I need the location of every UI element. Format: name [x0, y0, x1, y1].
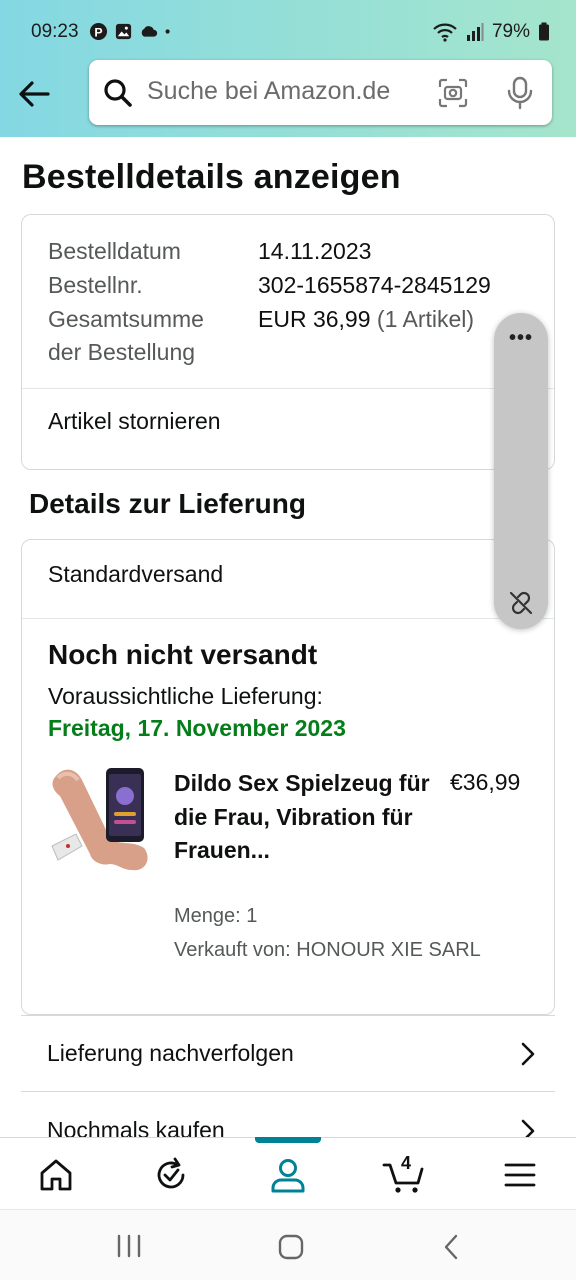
shipment-status: Noch nicht versandt — [48, 639, 318, 670]
divider — [22, 388, 554, 389]
cloud-icon — [141, 26, 158, 37]
cart-count-badge: 4 — [401, 1153, 412, 1173]
wifi-icon — [433, 23, 457, 42]
product-quantity: Menge: 1 — [174, 905, 258, 927]
product-title[interactable]: Dildo Sex Spielzeug für die Frau, Vibrat… — [174, 767, 430, 868]
svg-text:P: P — [94, 25, 102, 39]
order-total-label: Gesamtsumme — [48, 306, 204, 332]
order-total-label-2: der Bestellung — [48, 339, 196, 365]
estimated-delivery-date: Freitag, 17. November 2023 — [48, 715, 346, 741]
status-right: 79% — [432, 21, 550, 43]
notification-icons: P — [89, 22, 176, 41]
search-icon — [104, 79, 132, 107]
divider — [22, 618, 554, 619]
dot-icon — [165, 29, 170, 34]
page-title: Bestelldetails anzeigen — [22, 158, 401, 196]
search-bar[interactable]: Suche bei Amazon.de — [89, 60, 552, 125]
order-date-label: Bestelldatum — [48, 238, 181, 264]
order-number-value: 302-1655874-2845129 — [258, 272, 491, 298]
reorder-icon[interactable] — [151, 1155, 191, 1195]
floating-overlay-panel[interactable]: ••• — [494, 313, 548, 629]
menu-icon[interactable] — [500, 1155, 540, 1195]
chevron-right-icon — [521, 1042, 535, 1066]
android-navigation-bar — [0, 1209, 576, 1280]
unlink-icon[interactable] — [507, 589, 535, 617]
order-total-items: (1 Artikel) — [376, 306, 475, 332]
track-delivery-label: Lieferung nachverfolgen — [47, 1040, 294, 1066]
active-tab-indicator — [255, 1137, 321, 1143]
product-image[interactable] — [48, 766, 152, 872]
camera-search-icon[interactable] — [437, 77, 469, 109]
battery-icon — [539, 22, 549, 41]
account-icon[interactable] — [268, 1155, 308, 1195]
search-input[interactable]: Suche bei Amazon.de — [147, 77, 390, 106]
order-summary-card: Bestelldatum 14.11.2023 Bestellnr. 302-1… — [21, 214, 555, 470]
order-number-label: Bestellnr. — [48, 272, 143, 298]
delivery-section-title: Details zur Lieferung — [29, 488, 306, 519]
battery-percent: 79% — [491, 21, 530, 42]
cancel-items-link[interactable]: Artikel stornieren — [48, 408, 221, 435]
track-delivery-row[interactable]: Lieferung nachverfolgen — [21, 1015, 555, 1092]
gallery-icon — [115, 23, 132, 40]
home-button-icon[interactable] — [278, 1234, 304, 1260]
signal-icon — [466, 23, 484, 41]
product-seller: Verkauft von: HONOUR XIE SARL — [174, 939, 481, 961]
order-date-value: 14.11.2023 — [258, 238, 372, 264]
recent-apps-icon[interactable] — [116, 1234, 142, 1258]
more-options-icon[interactable]: ••• — [494, 327, 548, 350]
bottom-navigation — [0, 1137, 576, 1209]
status-time: 09:23 — [31, 21, 79, 42]
back-arrow-icon[interactable] — [14, 74, 54, 114]
delivery-card: Standardversand Noch nicht versandt Vora… — [21, 539, 555, 1015]
order-total-value: EUR 36,99 (1 Artikel) — [258, 303, 474, 336]
shipping-method: Standardversand — [48, 561, 224, 587]
pinterest-icon: P — [89, 22, 108, 41]
order-total-amount: EUR 36,99 — [258, 306, 371, 332]
microphone-icon[interactable] — [504, 76, 536, 110]
app-header: 09:23 P 79% Suche bei Amazon.de — [0, 0, 576, 137]
home-icon[interactable] — [36, 1155, 76, 1195]
product-price: €36,99 — [450, 769, 521, 795]
back-button-icon[interactable] — [442, 1233, 460, 1261]
status-bar: 09:23 P 79% — [0, 0, 576, 62]
estimated-delivery-label: Voraussichtliche Lieferung: — [48, 683, 323, 709]
